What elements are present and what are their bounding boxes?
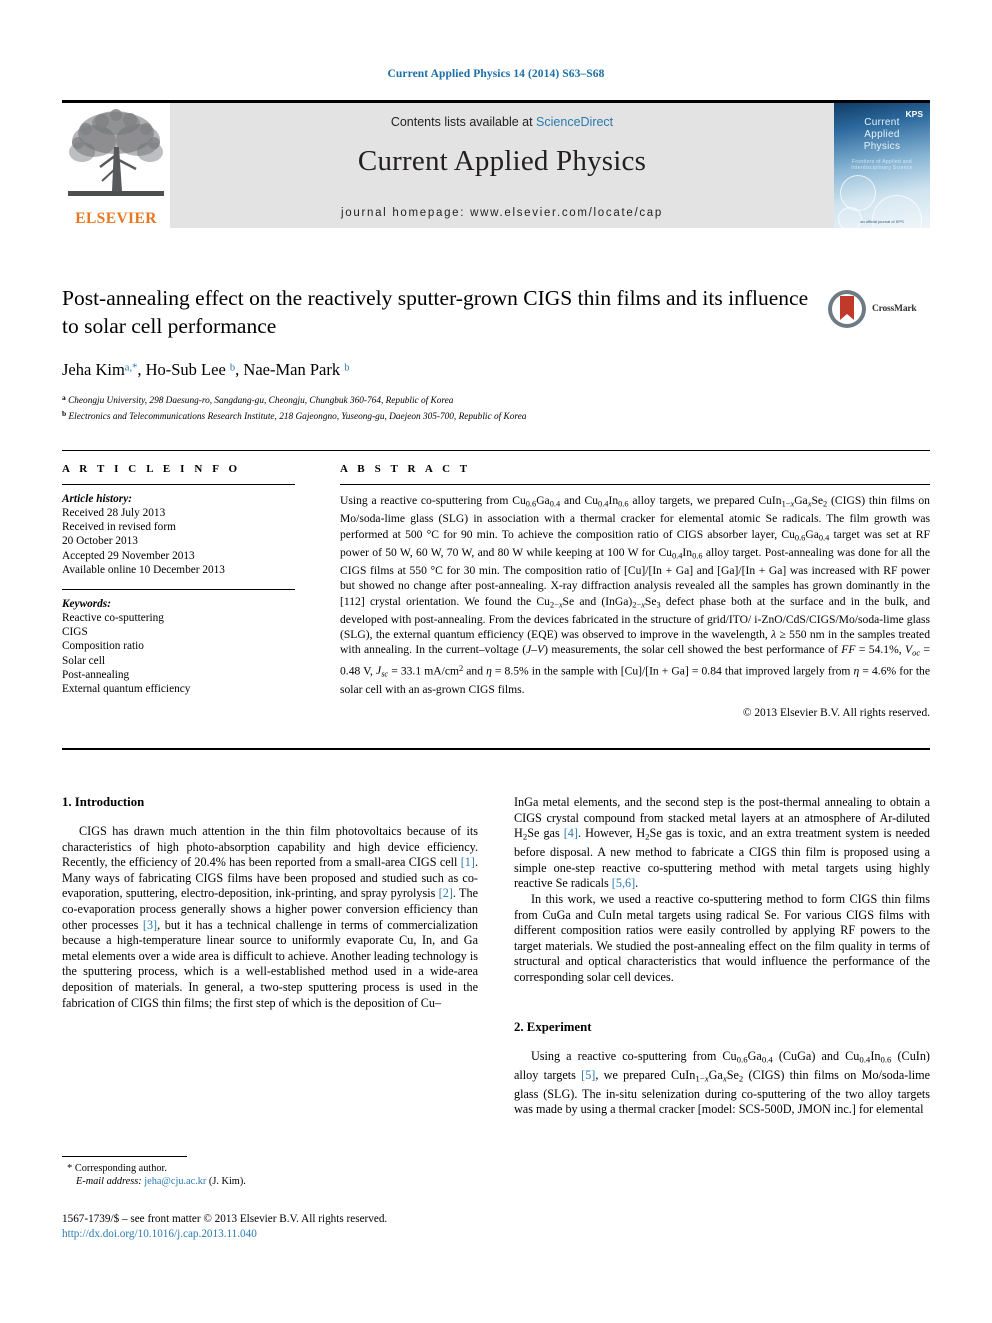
crossmark-icon <box>828 290 866 328</box>
cover-title-line3: Physics <box>863 141 901 152</box>
running-head: Current Applied Physics 14 (2014) S63–S6… <box>387 68 605 80</box>
paper-page: Current Applied Physics 14 (2014) S63–S6… <box>0 0 992 1323</box>
affiliation-a-text: Cheongju University, 298 Daesung-ro, San… <box>68 396 454 407</box>
keyword-item: CIGS <box>62 626 88 639</box>
corresponding-author-footnote: * Corresponding author. E-mail address: … <box>62 1156 362 1189</box>
imprint-line: 1567-1739/$ – see front matter © 2013 El… <box>62 1213 388 1225</box>
section-heading-introduction: 1. Introduction <box>62 795 145 809</box>
crossmark-badge[interactable]: CrossMark <box>826 286 930 332</box>
title-block: Post-annealing effect on the reactively … <box>62 284 930 423</box>
cover-bubble-icon <box>838 207 862 228</box>
keyword-item: External quantum efficiency <box>62 683 191 696</box>
sciencedirect-link[interactable]: ScienceDirect <box>536 115 613 129</box>
experiment-paragraph-1: Using a reactive co-sputtering from Cu0.… <box>514 1048 930 1117</box>
abstract-heading: A B S T R A C T <box>340 463 471 475</box>
corresponding-marker: * <box>67 1163 73 1174</box>
contents-prefix: Contents lists available at <box>390 115 537 129</box>
keywords-label: Keywords: <box>62 598 111 611</box>
history-item: Received in revised form <box>62 521 176 534</box>
affiliation-b-text: Electronics and Telecommunications Resea… <box>68 411 527 422</box>
cover-footer-text: an official journal of KPS <box>860 219 904 224</box>
keyword-item: Composition ratio <box>62 640 144 653</box>
email-link[interactable]: jeha@cju.ac.kr <box>144 1176 206 1187</box>
cover-title-line1: Current <box>864 117 900 128</box>
cover-title: Current Applied Physics <box>834 117 930 153</box>
journal-masthead: ELSEVIER Contents lists available at Sci… <box>62 100 930 228</box>
keyword-item: Solar cell <box>62 654 105 667</box>
divider <box>62 1156 187 1157</box>
journal-cover-thumbnail: KPS Current Applied Physics Frontiers of… <box>834 103 930 228</box>
doi-link[interactable]: http://dx.doi.org/10.1016/j.cap.2013.11.… <box>62 1227 492 1242</box>
corresponding-author-line: * Corresponding author. <box>62 1162 362 1175</box>
divider <box>62 748 930 750</box>
corresponding-label: Corresponding author. <box>74 1163 167 1174</box>
elsevier-logo: ELSEVIER <box>62 103 170 228</box>
intro-paragraph-2: InGa metal elements, and the second step… <box>514 795 931 891</box>
page-title: Post-annealing effect on the reactively … <box>62 286 809 338</box>
email-label: E-mail address: <box>76 1176 142 1188</box>
history-item: 20 October 2013 <box>62 535 138 548</box>
article-history-list: Received 28 July 2013 Received in revise… <box>62 506 295 577</box>
intro-paragraph-1: CIGS has drawn much attention in the thi… <box>62 824 478 1010</box>
abstract-text: Using a reactive co-sputtering from Cu0.… <box>340 494 930 696</box>
cover-subtitle: Frontiers of Applied and Interdisciplina… <box>851 159 913 171</box>
intro-paragraph-3: In this work, we used a reactive co-sput… <box>514 892 930 984</box>
cover-title-line2: Applied <box>864 129 900 140</box>
history-item: Available online 10 December 2013 <box>62 563 225 576</box>
info-abstract-region: A R T I C L E I N F O Article history: R… <box>62 450 930 719</box>
abstract-column: A B S T R A C T Using a reactive co-sput… <box>309 451 930 719</box>
masthead-center: Contents lists available at ScienceDirec… <box>170 103 834 228</box>
keyword-item: Post-annealing <box>62 668 130 681</box>
crossmark-label: CrossMark <box>872 304 917 314</box>
email-owner: (J. Kim). <box>208 1176 246 1188</box>
cover-bubble-icon <box>840 175 876 211</box>
body-columns: 1. Introduction CIGS has drawn much atte… <box>62 795 930 1118</box>
elsevier-wordmark: ELSEVIER <box>75 210 157 227</box>
elsevier-tree-icon <box>68 109 164 196</box>
abstract-copyright: © 2013 Elsevier B.V. All rights reserved… <box>742 706 930 719</box>
email-line: E-mail address: jeha@cju.ac.kr (J. Kim). <box>62 1175 362 1188</box>
article-info-column: A R T I C L E I N F O Article history: R… <box>62 451 309 719</box>
history-item: Received 28 July 2013 <box>62 507 166 519</box>
journal-title: Current Applied Physics <box>357 145 647 177</box>
affiliations: a Cheongju University, 298 Daesung-ro, S… <box>62 392 930 423</box>
keyword-item: Reactive co-sputtering <box>62 612 164 625</box>
author-list: Jeha Kima,*, Ho-Sub Lee b, Nae-Man Park … <box>62 360 350 379</box>
keywords-list: Reactive co-sputtering CIGS Composition … <box>62 611 295 696</box>
affiliation-b: b Electronics and Telecommunications Res… <box>62 408 527 422</box>
body-column-right: InGa metal elements, and the second step… <box>514 795 930 1118</box>
contents-available-line: Contents lists available at ScienceDirec… <box>170 115 834 129</box>
affiliation-a: a Cheongju University, 298 Daesung-ro, S… <box>62 393 454 407</box>
imprint-block: 1567-1739/$ – see front matter © 2013 El… <box>62 1212 492 1241</box>
history-item: Accepted 29 November 2013 <box>62 549 195 562</box>
body-column-left: 1. Introduction CIGS has drawn much atte… <box>62 795 478 1118</box>
article-history-label: Article history: <box>62 493 132 505</box>
journal-homepage[interactable]: journal homepage: www.elsevier.com/locat… <box>170 207 834 219</box>
divider <box>62 589 295 591</box>
section-heading-experiment: 2. Experiment <box>514 1019 592 1034</box>
divider <box>340 484 930 485</box>
article-info-heading: A R T I C L E I N F O <box>62 463 241 475</box>
divider <box>62 484 295 485</box>
